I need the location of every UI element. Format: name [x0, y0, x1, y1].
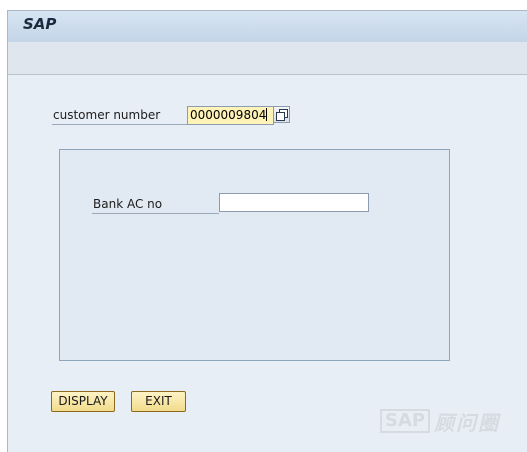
sap-window: SAP customer number 0000009804 Bank AC n… — [0, 0, 527, 452]
top-gap — [0, 0, 527, 10]
bank-ac-no-label: Bank AC no — [93, 197, 163, 211]
watermark-logo: SAP 顾问圈 — [380, 408, 501, 435]
f4-help-icon[interactable] — [273, 106, 290, 123]
customer-number-value: 0000009804 — [190, 108, 267, 122]
exit-button[interactable]: EXIT — [131, 391, 186, 412]
bank-details-frame: Bank AC no — [59, 149, 450, 361]
display-button[interactable]: DISPLAY — [51, 391, 115, 412]
application-toolbar — [7, 42, 527, 75]
watermark-suffix: 顾问圈 — [434, 410, 501, 435]
text-cursor — [266, 108, 268, 121]
bank-ac-no-label-underline — [92, 213, 219, 214]
f4-help-icon-front-square — [276, 112, 285, 121]
bank-ac-no-field[interactable] — [219, 193, 369, 212]
title-bar: SAP — [7, 10, 527, 42]
watermark-sap-box: SAP — [380, 409, 431, 433]
screen-area: customer number 0000009804 Bank AC no DI… — [7, 75, 527, 452]
window-title: SAP — [23, 15, 57, 33]
customer-number-label: customer number — [53, 108, 161, 122]
customer-number-label-underline — [52, 124, 187, 125]
customer-number-field[interactable]: 0000009804 — [187, 106, 274, 125]
